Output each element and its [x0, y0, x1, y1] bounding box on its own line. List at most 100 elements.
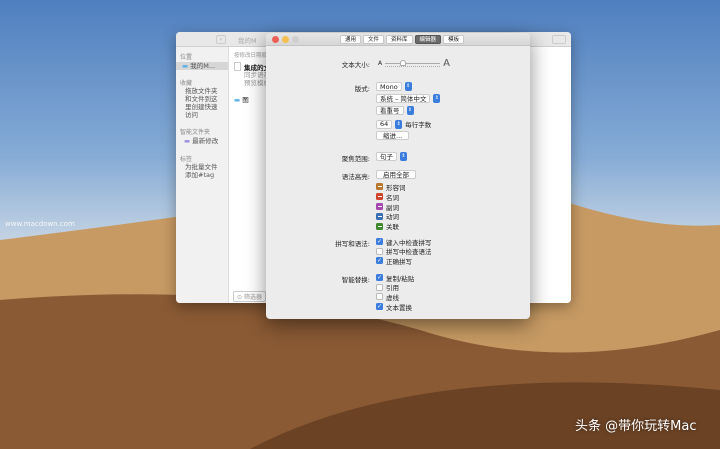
toolbar-button[interactable]: [552, 35, 566, 44]
quote-value: 看重号: [380, 106, 400, 115]
sidebar-item-recent[interactable]: ▬ 最新修改: [184, 137, 218, 145]
tab-1[interactable]: 文件: [363, 35, 385, 44]
folder-icon: ▬: [182, 62, 189, 70]
filter-placeholder: 筛选器: [243, 294, 262, 301]
checkbox[interactable]: [376, 293, 383, 301]
language-value: 系统 – 简体中文: [380, 94, 427, 103]
slider-track[interactable]: [385, 59, 441, 68]
checkbox-label: 拼写中检查语法: [386, 248, 432, 257]
syntax-toggle[interactable]: 副词: [376, 202, 406, 212]
tags-hint: 为批量文件: [185, 163, 218, 171]
checkbox-label: 正确拼写: [386, 257, 412, 266]
updown-icon[interactable]: ⇕: [395, 119, 403, 129]
sidebar-item-label: 最新修改: [192, 137, 219, 145]
color-swatch-icon[interactable]: [376, 183, 383, 191]
checkbox[interactable]: ✓: [376, 274, 383, 282]
minimize-button[interactable]: [282, 36, 289, 43]
focus-select[interactable]: 句子 ⇕: [376, 152, 407, 161]
finder-title: 我的M: [238, 37, 257, 45]
close-button[interactable]: [272, 36, 279, 43]
folder-label: 图: [242, 96, 249, 104]
spell-label: 拼写和语法:: [335, 240, 370, 248]
syntax-toggle[interactable]: 形容词: [376, 182, 406, 192]
text-size-slider[interactable]: A A: [378, 58, 450, 69]
sidebar-header-location: 位置: [180, 54, 193, 61]
checkbox[interactable]: [376, 247, 383, 255]
sidebar-header-smart: 智能文件夹: [180, 129, 211, 136]
tab-0[interactable]: 通用: [340, 35, 362, 44]
favorites-hint: 访问: [185, 111, 198, 119]
enable-all-button[interactable]: 启用全部: [376, 170, 416, 179]
document-icon: [234, 62, 241, 71]
updown-icon: ⇕: [400, 152, 407, 161]
chars-label: 每行字数: [405, 121, 432, 129]
slider-thumb[interactable]: [399, 59, 406, 66]
tags-hint: 添加#tag: [185, 171, 215, 179]
checkbox-label: 引用: [386, 284, 399, 293]
updown-icon: ⇕: [406, 106, 414, 115]
watermark-right: 头条 @带你玩转Mac: [575, 419, 697, 434]
tab-4[interactable]: 模板: [443, 35, 465, 44]
font-value: Mono: [380, 82, 398, 91]
sidebar-header-favorites: 收藏: [180, 80, 193, 87]
favorites-hint: 里创建快速: [185, 103, 218, 111]
zoom-button[interactable]: [292, 36, 299, 43]
checkbox-label: 虚线: [386, 293, 399, 302]
folder-item[interactable]: ▬ 图: [234, 94, 249, 104]
sidebar-header-tags: 标签: [180, 156, 193, 163]
syntax-item-label: 名词: [386, 193, 399, 202]
checkbox[interactable]: ✓: [376, 257, 383, 265]
filter-input[interactable]: ⊙ 筛选器: [233, 291, 266, 302]
indent-button[interactable]: 缩进...: [376, 131, 410, 140]
syntax-item-label: 副词: [386, 203, 399, 212]
checkbox-row[interactable]: ✓ 复制/粘贴: [376, 273, 414, 283]
checkbox-label: 键入中检查拼写: [386, 238, 432, 247]
syntax-toggle[interactable]: 名词: [376, 192, 406, 202]
syntax-toggle[interactable]: 动词: [376, 211, 406, 221]
checkbox-row[interactable]: ✓ 键入中检查拼写: [376, 237, 432, 247]
syntax-item-label: 关联: [386, 223, 399, 232]
syntax-label: 语法高亮:: [341, 173, 370, 181]
color-swatch-icon[interactable]: [376, 202, 383, 210]
updown-icon: ⇕: [433, 94, 441, 103]
preferences-titlebar: 通用 文件 资料库 编辑器 模板: [266, 33, 530, 46]
language-select[interactable]: 系统 – 简体中文 ⇕: [376, 94, 441, 103]
focus-value: 句子: [380, 152, 393, 161]
font-select[interactable]: Mono ⇕: [376, 82, 412, 91]
large-a-label: A: [443, 58, 450, 69]
checkbox-row[interactable]: 拼写中检查语法: [376, 247, 432, 257]
color-swatch-icon[interactable]: [376, 212, 383, 220]
checkbox-label: 复制/粘贴: [386, 274, 415, 283]
sidebar-item-mymac[interactable]: ▬ 我的M...: [176, 62, 228, 70]
text-size-label: 文本大小:: [341, 61, 370, 69]
tab-3[interactable]: 编辑器: [414, 35, 442, 44]
preferences-window: 通用 文件 资料库 编辑器 模板 文本大小: A A 版式: Mono ⇕ 系统 – 简体…: [266, 33, 530, 319]
checkbox-row[interactable]: 引用: [376, 283, 414, 293]
checkbox[interactable]: ✓: [376, 238, 383, 246]
back-button[interactable]: ‹: [216, 35, 226, 44]
focus-label: 聚焦范围:: [341, 155, 370, 163]
font-label: 版式:: [354, 85, 370, 93]
checkbox[interactable]: [376, 283, 383, 291]
finder-sidebar: 位置 ▬ 我的M... 收藏 拖放文件夹 和文件到这 里创建快速 访问 智能文件…: [176, 47, 229, 303]
small-a-label: A: [378, 60, 383, 67]
tab-2[interactable]: 资料库: [386, 35, 413, 44]
preferences-tabs: 通用 文件 资料库 编辑器 模板: [340, 35, 465, 44]
chars-select[interactable]: 64: [376, 119, 393, 129]
quote-select[interactable]: 看重号 ⇕: [376, 106, 414, 115]
checkbox-row[interactable]: 虚线: [376, 292, 414, 302]
favorites-hint: 和文件到这: [185, 95, 218, 103]
smart-folder-icon: ▬: [184, 137, 191, 145]
sidebar-item-label: 我的M...: [190, 62, 216, 70]
syntax-item-label: 形容词: [386, 183, 406, 192]
checkbox[interactable]: ✓: [376, 303, 383, 311]
color-swatch-icon[interactable]: [376, 193, 383, 201]
checkbox-row[interactable]: ✓ 文本置换: [376, 302, 414, 312]
chars-value: 64: [380, 120, 389, 128]
syntax-toggle[interactable]: 关联: [376, 221, 406, 231]
sort-label[interactable]: 按修改日期顺: [234, 51, 267, 59]
syntax-item-label: 动词: [386, 213, 399, 222]
checkbox-row[interactable]: ✓ 正确拼写: [376, 256, 432, 266]
updown-icon: ⇕: [404, 82, 412, 91]
color-swatch-icon[interactable]: [376, 222, 383, 230]
